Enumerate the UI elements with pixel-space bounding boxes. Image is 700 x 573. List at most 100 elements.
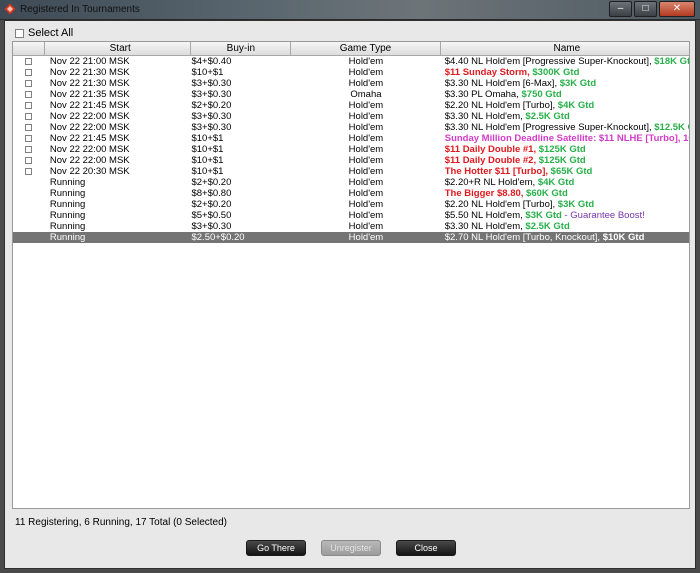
cell-name: $3.30 NL Hold'em, $2.5K Gtd	[441, 221, 689, 232]
cell-game-type: Hold'em	[348, 144, 384, 155]
row-checkbox-cell	[13, 210, 45, 221]
cell-start: Nov 22 21:45 MSK	[49, 100, 130, 111]
row-checkbox[interactable]	[25, 146, 33, 153]
cell-buyin: $3+$0.30	[191, 89, 232, 100]
table-row[interactable]: Nov 22 21:30 MSK $3+$0.30 Hold'em $3.30 NL …	[13, 78, 689, 89]
row-checkbox-cell	[13, 111, 45, 122]
select-all[interactable]: Select All	[15, 27, 73, 39]
table-row[interactable]: Running $2+$0.20 Hold'em $2.20 NL Hold'em […	[13, 199, 689, 210]
column-header-buyin[interactable]: Buy-in	[191, 42, 292, 55]
cell-name: $2.70 NL Hold'em [Turbo, Knockout], $10K…	[441, 232, 689, 243]
row-checkbox[interactable]	[25, 80, 33, 87]
name-segment: $11 Daily Double #1,	[444, 144, 539, 155]
table-row[interactable]: Running $5+$0.50 Hold'em $5.50 NL Hold'em, …	[13, 210, 689, 221]
cell-game-type: Hold'em	[348, 166, 384, 177]
row-checkbox-cell	[13, 177, 45, 188]
maximize-icon[interactable]: □	[634, 1, 657, 17]
select-all-checkbox[interactable]	[15, 28, 24, 38]
cell-name: $3.30 NL Hold'em, $2.5K Gtd	[441, 111, 689, 122]
column-header-name[interactable]: Name	[441, 42, 689, 55]
table-row[interactable]: Nov 22 22:00 MSK $3+$0.30 Hold'em $3.30 NL …	[13, 111, 689, 122]
cell-name: $2.20 NL Hold'em [Turbo], $4K Gtd	[441, 100, 689, 111]
name-segment: $4.40 NL Hold'em [Progressive Super-Knoc…	[444, 56, 655, 67]
title-bar[interactable]: Registered In Tournaments – □ ✕	[0, 0, 700, 20]
table-row[interactable]: Nov 22 22:00 MSK $10+$1 Hold'em $11 Daily D…	[13, 155, 689, 166]
cell-game-type: Hold'em	[348, 177, 384, 188]
cell-name: $5.50 NL Hold'em, $3K Gtd - Guarantee Bo…	[441, 210, 689, 221]
cell-buyin: $2.50+$0.20	[191, 232, 245, 243]
name-segment: $60K Gtd	[526, 188, 568, 199]
name-segment: $4K Gtd	[557, 100, 595, 111]
row-checkbox[interactable]	[25, 91, 33, 98]
table-row[interactable]: Nov 22 21:35 MSK $3+$0.30 Omaha $3.30 PL Om…	[13, 89, 689, 100]
unregister-button[interactable]: Unregister	[321, 540, 381, 556]
row-checkbox-cell	[13, 232, 45, 243]
cell-name: Sunday Million Deadline Satellite: $11 N…	[441, 133, 689, 144]
table-row[interactable]: Nov 22 22:00 MSK $10+$1 Hold'em $11 Daily D…	[13, 144, 689, 155]
name-segment: $3K Gtd	[525, 210, 562, 221]
table-row[interactable]: Running $3+$0.30 Hold'em $3.30 NL Hold'em, …	[13, 221, 689, 232]
close-icon[interactable]: ✕	[659, 1, 695, 17]
row-checkbox[interactable]	[25, 124, 33, 131]
name-segment: $2.20 NL Hold'em [Turbo],	[444, 199, 558, 210]
row-checkbox-cell	[13, 78, 45, 89]
cell-game-type: Hold'em	[348, 221, 384, 232]
table-row[interactable]: Running $8+$0.80 Hold'em The Bigger $8.80, …	[13, 188, 689, 199]
column-header-game-type[interactable]: Game Type	[291, 42, 441, 55]
table-row[interactable]: Nov 22 20:30 MSK $10+$1 Hold'em The Hotter …	[13, 166, 689, 177]
cell-game-type: Hold'em	[348, 133, 384, 144]
column-header-start[interactable]: Start	[45, 42, 192, 55]
cell-game-type: Hold'em	[348, 232, 384, 243]
cell-game-type: Omaha	[350, 89, 382, 100]
cell-start: Nov 22 21:30 MSK	[49, 67, 130, 78]
row-checkbox[interactable]	[25, 135, 33, 142]
go-there-button[interactable]: Go There	[246, 540, 306, 556]
table-row[interactable]: Nov 22 21:00 MSK $4+$0.40 Hold'em $4.40 NL …	[13, 56, 689, 67]
tournament-table: Start Buy-in Game Type Name Nov 22 21:00…	[12, 41, 690, 509]
cell-buyin: $10+$1	[191, 144, 224, 155]
name-segment: - Guarantee Boost!	[561, 210, 645, 221]
row-checkbox[interactable]	[25, 69, 33, 76]
table-header: Start Buy-in Game Type Name	[13, 42, 689, 56]
row-checkbox-cell	[13, 166, 45, 177]
cell-start: Running	[49, 210, 86, 221]
table-body: Nov 22 21:00 MSK $4+$0.40 Hold'em $4.40 NL …	[13, 56, 689, 243]
name-segment: The Hotter $11 [Turbo],	[444, 166, 551, 177]
cell-start: Running	[49, 232, 86, 243]
table-row[interactable]: Nov 22 21:30 MSK $10+$1 Hold'em $11 Sunday …	[13, 67, 689, 78]
row-checkbox[interactable]	[25, 168, 33, 175]
name-segment: $11 Daily Double #2,	[444, 155, 539, 166]
cell-start: Nov 22 21:35 MSK	[49, 89, 130, 100]
cell-buyin: $2+$0.20	[191, 100, 232, 111]
name-segment: $3.30 NL Hold'em,	[444, 221, 526, 232]
row-checkbox-cell	[13, 133, 45, 144]
row-checkbox[interactable]	[25, 102, 33, 109]
cell-name: The Hotter $11 [Turbo], $65K Gtd	[441, 166, 689, 177]
row-checkbox[interactable]	[25, 113, 33, 120]
cell-start: Running	[49, 221, 86, 232]
row-checkbox-cell	[13, 100, 45, 111]
table-row[interactable]: Nov 22 22:00 MSK $3+$0.30 Hold'em $3.30 NL …	[13, 122, 689, 133]
name-segment: $2.5K Gtd	[525, 111, 570, 122]
column-header-check[interactable]	[13, 42, 45, 55]
cell-game-type: Hold'em	[348, 210, 384, 221]
row-checkbox[interactable]	[25, 157, 33, 164]
row-checkbox[interactable]	[25, 58, 33, 65]
cell-name: $11 Daily Double #2, $125K Gtd	[441, 155, 689, 166]
cell-start: Nov 22 21:45 MSK	[49, 133, 130, 144]
name-segment: $3.30 PL Omaha,	[444, 89, 522, 100]
cell-name: $3.30 PL Omaha, $750 Gtd	[441, 89, 689, 100]
close-button[interactable]: Close	[396, 540, 456, 556]
table-row[interactable]: Running $2+$0.20 Hold'em $2.20+R NL Hold'em…	[13, 177, 689, 188]
table-row[interactable]: Nov 22 21:45 MSK $2+$0.20 Hold'em $2.20 NL …	[13, 100, 689, 111]
cell-buyin: $10+$1	[191, 155, 224, 166]
table-row[interactable]: Running $2.50+$0.20 Hold'em $2.70 NL Hold'e…	[13, 232, 689, 243]
cell-name: $3.30 NL Hold'em [6-Max], $3K Gtd	[441, 78, 689, 89]
table-row[interactable]: Nov 22 21:45 MSK $10+$1 Hold'em Sunday Mill…	[13, 133, 689, 144]
cell-buyin: $8+$0.80	[191, 188, 232, 199]
window-controls: – □ ✕	[609, 1, 695, 17]
window-title: Registered In Tournaments	[20, 4, 140, 15]
cell-name: $11 Sunday Storm, $300K Gtd	[441, 67, 689, 78]
name-segment: $2.5K Gtd	[525, 221, 570, 232]
minimize-icon[interactable]: –	[609, 1, 632, 17]
